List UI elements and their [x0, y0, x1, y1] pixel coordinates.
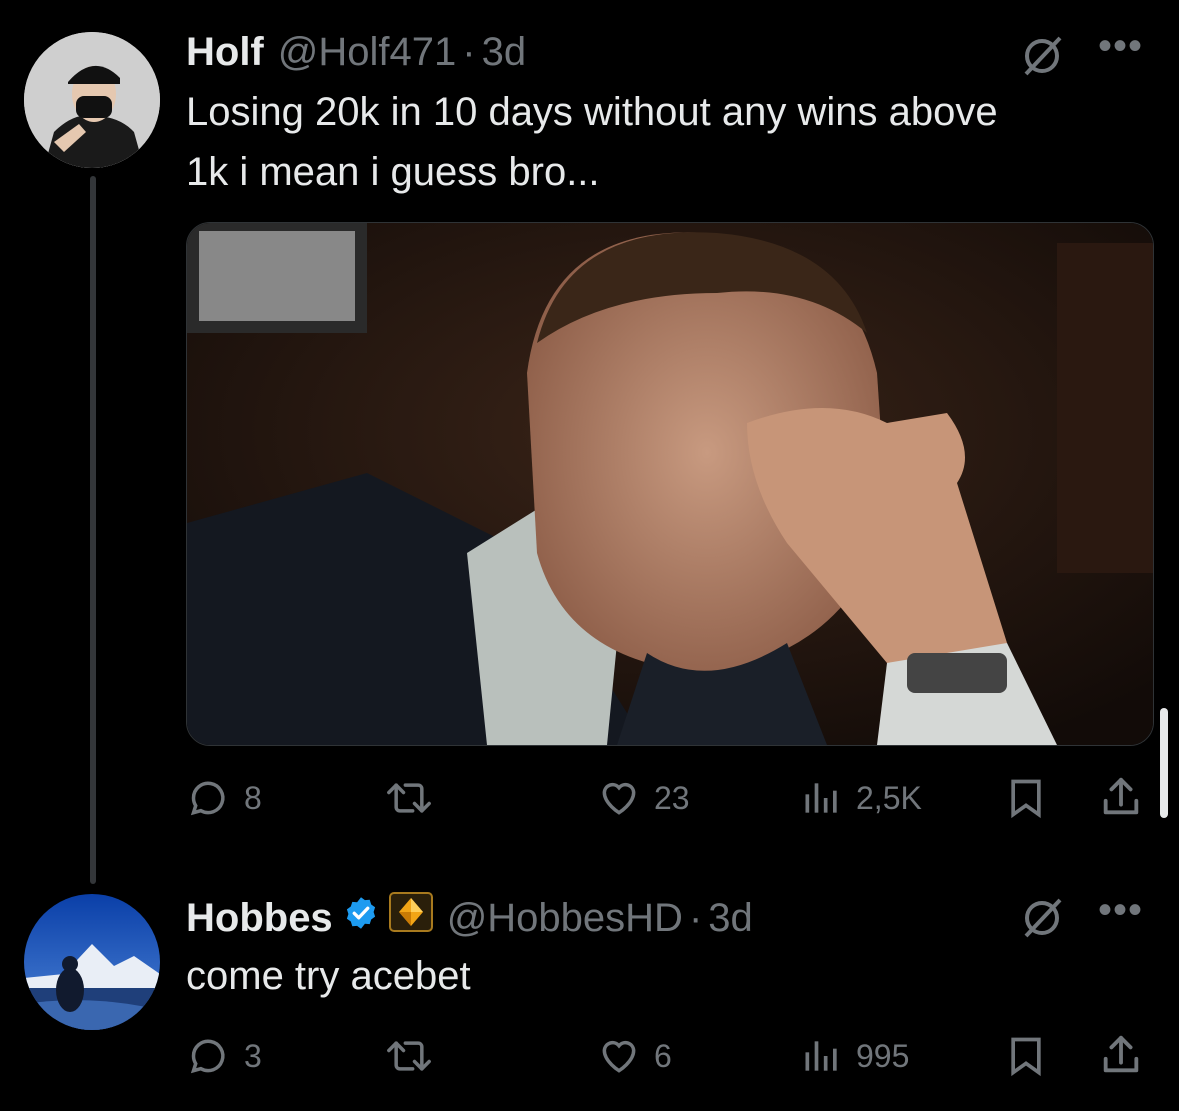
- share-button[interactable]: [1098, 1032, 1144, 1078]
- share-icon: [1103, 777, 1139, 815]
- avatar-holf[interactable]: [24, 32, 160, 168]
- views-icon: [805, 783, 837, 813]
- scrollbar[interactable]: [1160, 708, 1168, 818]
- grok-icon[interactable]: [1018, 32, 1066, 85]
- timestamp[interactable]: 3d: [482, 28, 527, 76]
- reply-count: 8: [244, 779, 262, 816]
- more-icon[interactable]: •••: [1098, 888, 1143, 933]
- tweet-header: Hobbes @HobbesHD · 3d: [186, 892, 753, 943]
- retweet-button[interactable]: [384, 776, 446, 820]
- like-count: 23: [654, 779, 690, 816]
- bookmark-button[interactable]: [1004, 1034, 1048, 1078]
- more-icon[interactable]: •••: [1098, 24, 1143, 69]
- share-button[interactable]: [1098, 774, 1144, 820]
- views-count: 2,5K: [856, 779, 922, 816]
- display-name[interactable]: Holf: [186, 28, 264, 76]
- tweet-text-line-2: 1k i mean i guess bro...: [186, 150, 600, 194]
- views-count: 995: [856, 1037, 910, 1074]
- like-icon: [602, 1040, 636, 1073]
- bookmark-icon: [1011, 779, 1041, 819]
- views-icon: [805, 1041, 837, 1071]
- display-name[interactable]: Hobbes: [186, 894, 333, 942]
- reply-icon: [190, 781, 225, 816]
- thread-connector-line: [90, 176, 96, 884]
- retweet-button[interactable]: [384, 1034, 446, 1078]
- like-count: 6: [654, 1037, 672, 1074]
- retweet-icon: [387, 783, 431, 813]
- reply-button[interactable]: 3: [188, 1034, 262, 1078]
- reply-button[interactable]: 8: [188, 776, 262, 820]
- affiliate-badge-icon[interactable]: [388, 892, 433, 943]
- grok-icon[interactable]: [1018, 894, 1066, 947]
- avatar-hobbes[interactable]: [24, 894, 160, 1030]
- tweet-media-image[interactable]: [186, 222, 1154, 746]
- reply-icon: [190, 1039, 225, 1074]
- like-icon: [602, 782, 636, 815]
- tweet-header: Holf @Holf471 · 3d: [186, 28, 526, 76]
- bookmark-icon: [1011, 1037, 1041, 1077]
- user-handle[interactable]: @Holf471: [278, 28, 456, 76]
- user-handle[interactable]: @HobbesHD: [447, 894, 683, 942]
- share-icon: [1103, 1035, 1139, 1073]
- like-button[interactable]: 23: [596, 776, 690, 820]
- timestamp[interactable]: 3d: [708, 894, 753, 942]
- like-button[interactable]: 6: [596, 1034, 672, 1078]
- separator-dot: ·: [688, 895, 703, 940]
- views-button[interactable]: 2,5K: [800, 776, 922, 820]
- reply-count: 3: [244, 1037, 262, 1074]
- retweet-icon: [387, 1041, 431, 1071]
- views-button[interactable]: 995: [800, 1034, 909, 1078]
- tweet-text: come try acebet: [186, 954, 471, 998]
- tweet-text-line-1: Losing 20k in 10 days without any wins a…: [186, 90, 998, 134]
- bookmark-button[interactable]: [1004, 776, 1048, 820]
- separator-dot: ·: [462, 30, 476, 74]
- verified-badge-icon: [343, 894, 379, 942]
